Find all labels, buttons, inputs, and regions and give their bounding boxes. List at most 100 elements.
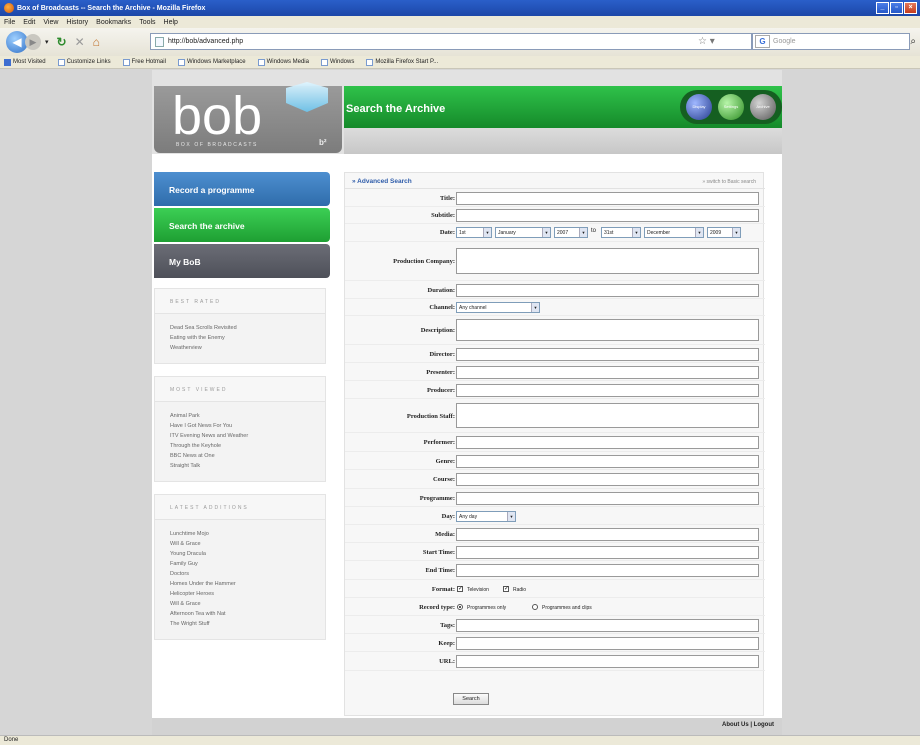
- director-label: Director:: [429, 351, 455, 358]
- form-row-date: Date: 1st ▼ January ▼ 2007 ▼ to 31st ▼ Decem…: [345, 224, 765, 242]
- bookmark-windows[interactable]: Windows: [320, 58, 354, 66]
- display-orb-icon[interactable]: Display: [686, 94, 712, 120]
- channel-select[interactable]: Any channel ▼: [456, 302, 540, 313]
- from-month-select[interactable]: January ▼: [495, 227, 551, 238]
- archive-orb-icon[interactable]: Archive: [750, 94, 776, 120]
- media-label: Media:: [435, 531, 455, 538]
- programme-input[interactable]: [456, 492, 759, 505]
- course-input[interactable]: [456, 473, 759, 486]
- genre-input[interactable]: [456, 455, 759, 468]
- sidebar-item-record[interactable]: Record a programme: [154, 172, 330, 206]
- from-year-select[interactable]: 2007 ▼: [554, 227, 588, 238]
- list-item[interactable]: Lunchtime Mojo: [170, 529, 325, 539]
- page-title: Search the Archive: [346, 103, 446, 115]
- window-title: Box of Broadcasts -- Search the Archive …: [17, 4, 206, 12]
- bookmark-most-visited[interactable]: Most Visited: [4, 58, 46, 66]
- list-item[interactable]: Young Dracula: [170, 549, 325, 559]
- menu-bookmarks[interactable]: Bookmarks: [96, 19, 131, 26]
- tags-input[interactable]: [456, 619, 759, 632]
- production-staff-input[interactable]: [456, 403, 759, 428]
- sidebar-item-search[interactable]: Search the archive: [154, 208, 330, 242]
- list-item[interactable]: Animal Park: [170, 411, 325, 421]
- list-item[interactable]: Will & Grace: [170, 539, 325, 549]
- subtitle-input[interactable]: [456, 209, 759, 222]
- bookmark-windows-media[interactable]: Windows Media: [257, 58, 309, 66]
- search-go-icon[interactable]: ⌕: [910, 36, 916, 47]
- url-input[interactable]: [456, 655, 759, 668]
- home-icon[interactable]: ⌂: [93, 35, 100, 49]
- production-company-input[interactable]: [456, 248, 759, 274]
- list-item[interactable]: Have I Got News For You: [170, 421, 325, 431]
- list-item[interactable]: Eating with the Enemy: [170, 333, 325, 343]
- from-day-select[interactable]: 1st ▼: [456, 227, 492, 238]
- radio-checkbox[interactable]: ✓: [503, 586, 509, 592]
- url-bar[interactable]: http://bob/advanced.php: [150, 33, 752, 50]
- maximize-button[interactable]: ▫: [890, 2, 903, 14]
- history-dropdown-icon[interactable]: ▾: [45, 38, 49, 46]
- subtitle-label: Subtitle:: [431, 212, 455, 219]
- menu-file[interactable]: File: [4, 19, 15, 26]
- latest-additions-block: LATEST ADDITIONS Lunchtime Mojo Will & G…: [154, 494, 326, 640]
- bookmark-free-hotmail[interactable]: Free Hotmail: [122, 58, 166, 66]
- menu-view[interactable]: View: [43, 19, 58, 26]
- basic-search-link[interactable]: » switch to Basic search: [702, 179, 756, 185]
- bookmark-firefox-start[interactable]: Mozilla Firefox Start P...: [366, 58, 438, 66]
- list-item[interactable]: Helicopter Heroes: [170, 589, 325, 599]
- list-item[interactable]: Family Guy: [170, 559, 325, 569]
- reload-icon[interactable]: ↻: [57, 35, 67, 49]
- list-item[interactable]: ITV Evening News and Weather: [170, 431, 325, 441]
- menu-history[interactable]: History: [66, 19, 88, 26]
- menu-help[interactable]: Help: [164, 19, 178, 26]
- media-input[interactable]: [456, 528, 759, 541]
- footer-links[interactable]: About Us | Logout: [722, 722, 774, 728]
- title-input[interactable]: [456, 192, 759, 205]
- web-search-placeholder: Google: [773, 38, 796, 45]
- presenter-input[interactable]: [456, 366, 759, 379]
- programmes-only-radio[interactable]: [457, 604, 463, 610]
- web-search-input[interactable]: G Google: [752, 33, 910, 50]
- list-item[interactable]: Dead Sea Scrolls Revisited: [170, 323, 325, 333]
- form-row-director: Director:: [345, 345, 765, 363]
- start-time-input[interactable]: [456, 546, 759, 559]
- minimize-button[interactable]: _: [876, 2, 889, 14]
- stop-icon[interactable]: ✕: [75, 35, 85, 49]
- to-month-select[interactable]: December ▼: [644, 227, 704, 238]
- list-item[interactable]: Will & Grace: [170, 599, 325, 609]
- performer-input[interactable]: [456, 436, 759, 449]
- list-item[interactable]: BBC News at One: [170, 451, 325, 461]
- bookmark-star-icon[interactable]: ☆ ▾: [698, 36, 715, 47]
- close-button[interactable]: ×: [904, 2, 917, 14]
- sidebar-item-mybob[interactable]: My BoB: [154, 244, 330, 278]
- firefox-icon: [4, 3, 14, 13]
- keep-input[interactable]: [456, 637, 759, 650]
- list-item[interactable]: Straight Talk: [170, 461, 325, 471]
- duration-input[interactable]: [456, 284, 759, 297]
- bookmark-windows-marketplace[interactable]: Windows Marketplace: [177, 58, 246, 66]
- settings-orb-icon[interactable]: Settings: [718, 94, 744, 120]
- end-time-input[interactable]: [456, 564, 759, 577]
- director-input[interactable]: [456, 348, 759, 361]
- day-select[interactable]: Any day ▼: [456, 511, 516, 522]
- bookmark-customize-links[interactable]: Customize Links: [57, 58, 111, 66]
- list-item[interactable]: Weatherview: [170, 343, 325, 353]
- list-item[interactable]: Doctors: [170, 569, 325, 579]
- channel-label: Channel:: [429, 304, 455, 311]
- list-item[interactable]: The Wright Stuff: [170, 619, 325, 629]
- list-item[interactable]: Afternoon Tea with Nat: [170, 609, 325, 619]
- menu-tools[interactable]: Tools: [139, 19, 155, 26]
- list-item[interactable]: Homes Under the Hammer: [170, 579, 325, 589]
- producer-input[interactable]: [456, 384, 759, 397]
- panel-header: » Advanced Search » switch to Basic sear…: [345, 173, 765, 189]
- to-day-select[interactable]: 31st ▼: [601, 227, 641, 238]
- form-row-duration: Duration:: [345, 281, 765, 299]
- forward-icon[interactable]: ▶: [25, 34, 41, 50]
- programmes-and-clips-radio[interactable]: [532, 604, 538, 610]
- search-button[interactable]: Search: [453, 693, 489, 705]
- bob-logo[interactable]: bob BOX OF BROADCASTS b²: [154, 82, 342, 153]
- to-year-select[interactable]: 2009 ▼: [707, 227, 741, 238]
- list-item[interactable]: Through the Keyhole: [170, 441, 325, 451]
- chevron-down-icon: ▼: [507, 512, 515, 521]
- television-checkbox[interactable]: ✓: [457, 586, 463, 592]
- description-input[interactable]: [456, 319, 759, 341]
- menu-edit[interactable]: Edit: [23, 19, 35, 26]
